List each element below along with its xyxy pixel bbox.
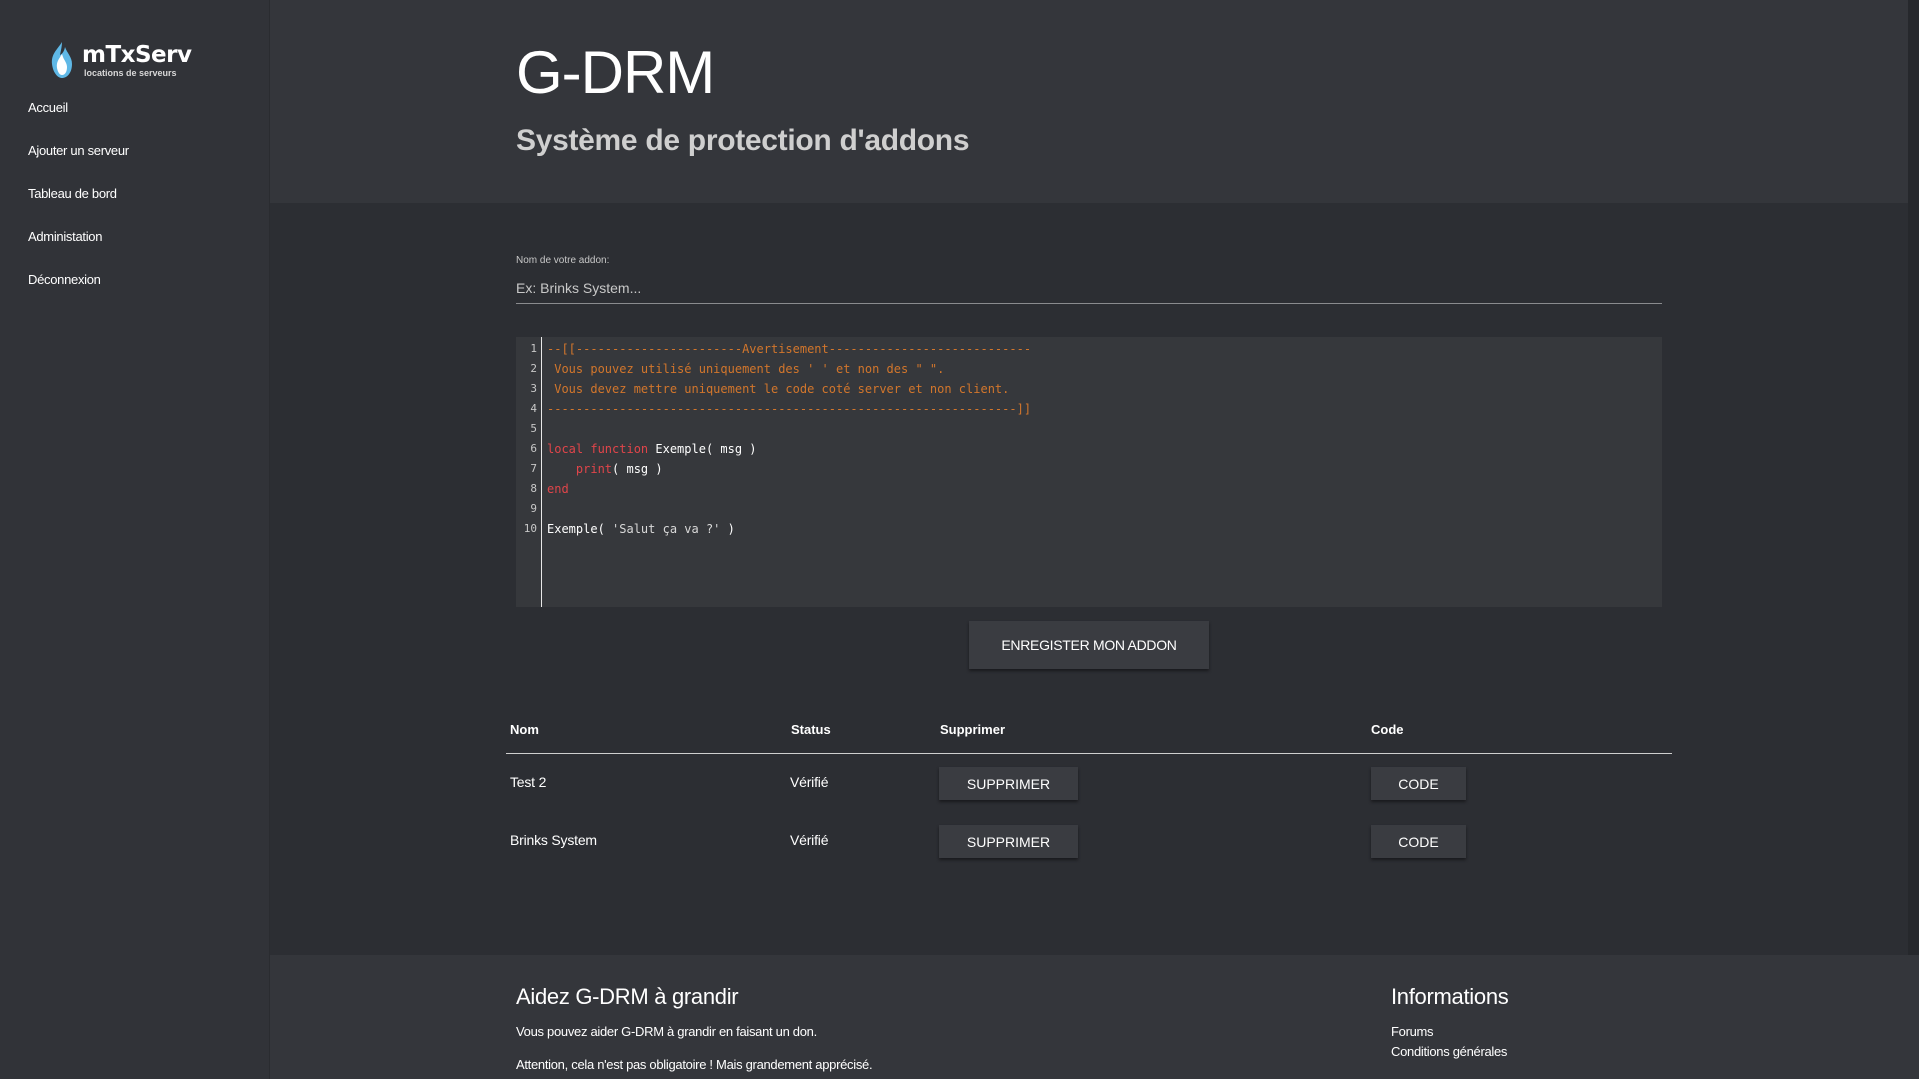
line-number: 5: [530, 422, 537, 435]
code-line-comment: Vous devez mettre uniquement le code cot…: [547, 382, 1010, 396]
code-keyword: function: [590, 442, 649, 456]
code-keyword: print: [575, 462, 613, 476]
addon-name-input[interactable]: [516, 272, 1662, 304]
code-string: 'Salut ça va ?': [612, 522, 721, 536]
brand-name: mTxServ: [82, 42, 192, 68]
page-title: G-DRM: [516, 39, 715, 106]
delete-button[interactable]: SUPPRIMER: [939, 767, 1078, 800]
line-number: 7: [530, 462, 537, 475]
footer-link-conditions[interactable]: Conditions générales: [1391, 1044, 1507, 1059]
brand-logo[interactable]: mTxServ locations de serveurs: [48, 40, 198, 84]
line-number: 10: [523, 522, 537, 535]
table-cell-status: Vérifié: [790, 774, 829, 790]
code-button[interactable]: CODE: [1371, 767, 1466, 800]
delete-button[interactable]: SUPPRIMER: [939, 825, 1078, 858]
code-line-comment: ----------------------------------------…: [547, 402, 1032, 416]
brand-tagline: locations de serveurs: [84, 68, 177, 78]
sidebar-item-accueil[interactable]: Accueil: [28, 100, 68, 115]
save-addon-button[interactable]: ENREGISTER MON ADDON: [969, 621, 1209, 669]
footer-link-forums[interactable]: Forums: [1391, 1024, 1434, 1039]
footer-info-title: Informations: [1391, 984, 1509, 1009]
footer-donate-text: Vous pouvez aider G-DRM à grandir en fai…: [516, 1024, 817, 1039]
code-text: Exemple(: [547, 522, 613, 536]
footer-donate-title: Aidez G-DRM à grandir: [516, 984, 739, 1009]
table-divider: [506, 753, 1672, 754]
code-line: Exemple( 'Salut ça va ?' ): [547, 522, 735, 536]
sidebar-item-ajouter-serveur[interactable]: Ajouter un serveur: [28, 143, 129, 158]
line-number: 3: [530, 382, 537, 395]
flame-icon: [51, 42, 72, 78]
table-cell-name: Brinks System: [510, 832, 597, 848]
code-line: local function Exemple( msg ): [547, 442, 757, 456]
column-header-status: Status: [791, 722, 831, 737]
sidebar-item-administration[interactable]: Administation: [28, 229, 102, 244]
line-number: 2: [530, 362, 537, 375]
column-header-code: Code: [1371, 722, 1404, 737]
code-line: print( msg ): [547, 462, 663, 476]
code-keyword: end: [547, 482, 569, 496]
column-header-name: Nom: [510, 722, 539, 737]
code-keyword: local: [547, 442, 584, 456]
footer-donate-note: Attention, cela n'est pas obligatoire ! …: [516, 1057, 873, 1072]
code-text: Exemple( msg ): [648, 442, 757, 456]
code-button[interactable]: CODE: [1371, 825, 1466, 858]
line-number: 8: [530, 482, 537, 495]
code-line-comment: --[[-----------------------Avertisement-…: [547, 342, 1032, 356]
code-text: ): [720, 522, 735, 536]
code-line-comment: Vous pouvez utilisé uniquement des ' ' e…: [547, 362, 945, 376]
column-header-delete: Supprimer: [940, 722, 1006, 737]
footer: Aidez G-DRM à grandir Vous pouvez aider …: [270, 955, 1919, 1079]
sidebar: mTxServ locations de serveurs Accueil Aj…: [0, 0, 270, 1079]
line-number: 1: [530, 342, 537, 355]
table-cell-name: Test 2: [510, 774, 547, 790]
line-number: 9: [530, 502, 537, 515]
page-subtitle: Système de protection d'addons: [516, 124, 970, 157]
line-number: 4: [530, 402, 537, 415]
page-header: G-DRM Système de protection d'addons: [270, 0, 1908, 203]
code-text: ( msg ): [612, 462, 663, 476]
addon-name-label: Nom de votre addon:: [516, 255, 610, 266]
sidebar-item-tableau-de-bord[interactable]: Tableau de bord: [28, 186, 117, 201]
line-number: 6: [530, 442, 537, 455]
line-number-gutter: 1 2 3 4 5 6 7 8 9 10: [516, 337, 542, 607]
sidebar-item-deconnexion[interactable]: Déconnexion: [28, 272, 101, 287]
table-cell-status: Vérifié: [790, 832, 829, 848]
scrollbar-track[interactable]: [1908, 0, 1919, 985]
code-editor[interactable]: 1 2 3 4 5 6 7 8 9 10 --[[---------------…: [516, 337, 1662, 607]
